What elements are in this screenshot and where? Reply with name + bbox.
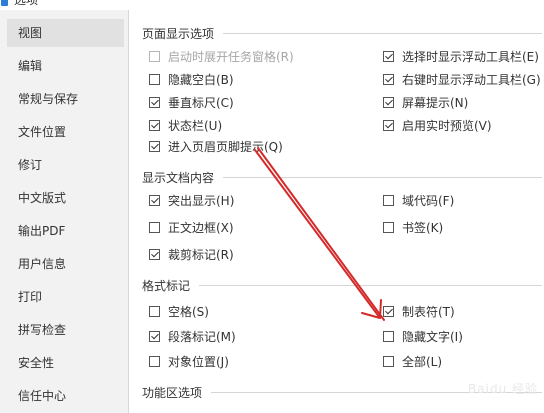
checkbox[interactable] bbox=[149, 194, 160, 206]
group-divider bbox=[223, 177, 542, 178]
sidebar-item-print[interactable]: 打印 bbox=[7, 283, 124, 311]
group-title-ribbon-options: 功能区选项 bbox=[142, 386, 203, 400]
option-paragraph-marks[interactable]: 段落标记(M) bbox=[149, 328, 236, 344]
group-divider bbox=[199, 285, 542, 286]
checkbox[interactable] bbox=[383, 221, 394, 233]
checkbox[interactable] bbox=[383, 194, 394, 206]
checkbox[interactable] bbox=[383, 96, 394, 108]
group-divider bbox=[223, 33, 542, 34]
sidebar-item-general[interactable]: 常规与保存 bbox=[7, 85, 124, 113]
checkbox[interactable] bbox=[149, 248, 160, 260]
option-vertical-ruler[interactable]: 垂直标尺(C) bbox=[149, 94, 234, 110]
sidebar-item-user-info[interactable]: 用户信息 bbox=[7, 250, 124, 278]
sidebar: 视图 编辑 常规与保存 文件位置 修订 中文版式 输出PDF 用户信息 打印 拼… bbox=[0, 10, 129, 413]
option-all-marks[interactable]: 全部(L) bbox=[383, 353, 442, 369]
checkbox[interactable] bbox=[149, 355, 160, 367]
checkbox bbox=[149, 50, 160, 62]
app-icon bbox=[1, 0, 8, 6]
option-expand-task-pane: 启动时展开任务窗格(R) bbox=[149, 48, 294, 64]
option-spaces[interactable]: 空格(S) bbox=[149, 303, 209, 319]
sidebar-item-export-pdf[interactable]: 输出PDF bbox=[7, 217, 124, 245]
option-live-preview[interactable]: 启用实时预览(V) bbox=[383, 117, 492, 133]
group-title-page-display: 页面显示选项 bbox=[142, 27, 215, 41]
option-object-anchors[interactable]: 对象位置(J) bbox=[149, 353, 229, 369]
checkbox[interactable] bbox=[149, 305, 160, 317]
option-bookmarks[interactable]: 书签(K) bbox=[383, 219, 443, 235]
option-float-toolbar-on-select[interactable]: 选择时显示浮动工具栏(E) bbox=[383, 48, 539, 64]
sidebar-item-trust-center[interactable]: 信任中心 bbox=[7, 382, 124, 410]
checkbox[interactable] bbox=[383, 330, 394, 342]
option-tab-characters[interactable]: 制表符(T) bbox=[383, 303, 455, 319]
checkbox[interactable] bbox=[149, 221, 160, 233]
sidebar-item-spell-check[interactable]: 拼写检查 bbox=[7, 316, 124, 344]
checkbox[interactable] bbox=[149, 140, 160, 152]
checkbox[interactable] bbox=[149, 119, 160, 131]
option-field-codes[interactable]: 域代码(F) bbox=[383, 192, 454, 208]
group-title-formatting-marks: 格式标记 bbox=[142, 279, 191, 293]
sidebar-item-revision[interactable]: 修订 bbox=[7, 151, 124, 179]
title-bar: 选项 bbox=[0, 0, 544, 9]
option-float-toolbar-on-right-click[interactable]: 右键时显示浮动工具栏(G) bbox=[383, 71, 541, 87]
option-hide-whitespace[interactable]: 隐藏空白(B) bbox=[149, 71, 234, 87]
option-status-bar[interactable]: 状态栏(U) bbox=[149, 117, 222, 133]
sidebar-item-edit[interactable]: 编辑 bbox=[7, 52, 124, 80]
checkbox[interactable] bbox=[383, 73, 394, 85]
option-crop-marks[interactable]: 裁剪标记(R) bbox=[149, 246, 234, 262]
checkbox[interactable] bbox=[383, 50, 394, 62]
checkbox[interactable] bbox=[383, 305, 394, 317]
checkbox[interactable] bbox=[149, 330, 160, 342]
checkbox[interactable] bbox=[149, 96, 160, 108]
watermark: Baidu 经验 bbox=[468, 382, 538, 396]
sidebar-item-file-location[interactable]: 文件位置 bbox=[7, 118, 124, 146]
options-panel: 页面显示选项 启动时展开任务窗格(R) 选择时显示浮动工具栏(E) 隐藏空白(B… bbox=[129, 10, 544, 413]
sidebar-item-chinese-layout[interactable]: 中文版式 bbox=[7, 184, 124, 212]
sidebar-item-view[interactable]: 视图 bbox=[7, 19, 124, 47]
group-title-document-content: 显示文档内容 bbox=[142, 171, 215, 185]
option-screen-tips[interactable]: 屏幕提示(N) bbox=[383, 94, 468, 110]
window-title: 选项 bbox=[14, 0, 39, 7]
option-text-boundaries[interactable]: 正文边框(X) bbox=[149, 219, 234, 235]
checkbox[interactable] bbox=[383, 355, 394, 367]
option-hidden-text[interactable]: 隐藏文字(I) bbox=[383, 328, 463, 344]
sidebar-item-security[interactable]: 安全性 bbox=[7, 349, 124, 377]
checkbox[interactable] bbox=[383, 119, 394, 131]
option-header-footer-hint[interactable]: 进入页眉页脚提示(Q) bbox=[149, 138, 283, 154]
checkbox[interactable] bbox=[149, 73, 160, 85]
option-highlight[interactable]: 突出显示(H) bbox=[149, 192, 234, 208]
